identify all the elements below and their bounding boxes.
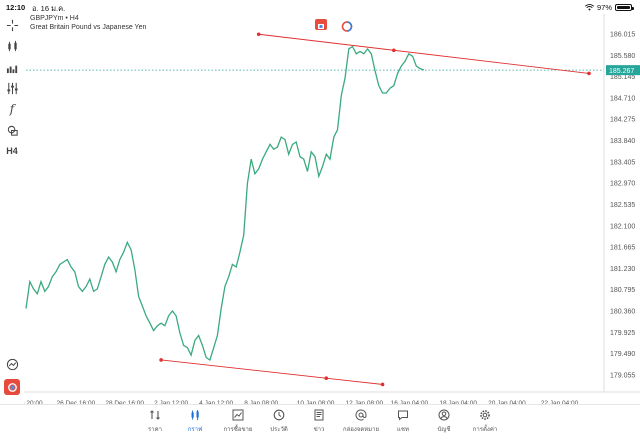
trendline-handle bbox=[159, 358, 163, 362]
price-tick-label: 180.360 bbox=[610, 308, 635, 315]
price-series-line bbox=[25, 45, 425, 362]
price-tick-label: 182.100 bbox=[610, 223, 635, 230]
indicators-icon[interactable] bbox=[4, 80, 20, 96]
price-tick-label: 179.055 bbox=[610, 372, 635, 379]
price-tick-label: 181.230 bbox=[610, 266, 635, 273]
chart-toolbar: f H4 bbox=[0, 14, 24, 404]
chart-type-icon[interactable] bbox=[4, 38, 20, 54]
price-tick-label: 185.145 bbox=[610, 74, 635, 81]
trendline-handle bbox=[324, 376, 329, 381]
news-icon bbox=[314, 409, 324, 421]
nav-label: ประวัติ bbox=[270, 427, 288, 433]
price-tick-label: 185.580 bbox=[610, 53, 635, 60]
battery-percent: 97% bbox=[596, 3, 612, 12]
nav-label: แชท bbox=[397, 427, 409, 433]
function-icon[interactable]: f bbox=[4, 101, 20, 117]
price-tick-label: 181.665 bbox=[610, 245, 635, 252]
nav-label: ข่าว bbox=[313, 427, 325, 433]
quick-trade-icon[interactable] bbox=[4, 379, 20, 395]
trendline-handle bbox=[256, 32, 261, 37]
trading-signal-icon[interactable] bbox=[4, 356, 20, 372]
price-tick-label: 182.535 bbox=[610, 202, 635, 209]
nav-label: กราฟ bbox=[187, 427, 203, 433]
trendline-handle bbox=[587, 71, 591, 76]
battery-icon bbox=[615, 4, 634, 11]
trendline bbox=[161, 359, 383, 385]
chat-icon bbox=[398, 410, 408, 421]
price-tick-label: 183.405 bbox=[610, 159, 635, 166]
trade-icon bbox=[232, 409, 244, 421]
nav-label: กล่องจดหมาย bbox=[342, 427, 380, 433]
nav-label: การตั้งค่า bbox=[472, 427, 498, 433]
price-tick-label: 180.795 bbox=[610, 287, 635, 294]
trendline-handle bbox=[380, 382, 385, 387]
quotes-icon bbox=[150, 410, 160, 420]
nav-label: การซื้อขาย bbox=[223, 427, 253, 433]
nav-item-settings[interactable]: การตั้งค่า bbox=[457, 409, 513, 434]
bottom-navigation: ราคา กราฟ การซื้อขาย ประวัติ ข่าว กล่องจ… bbox=[0, 404, 640, 447]
mailbox-icon bbox=[355, 409, 367, 421]
timeframe-button[interactable]: H4 bbox=[4, 143, 20, 159]
history-icon bbox=[273, 409, 285, 421]
trendline bbox=[258, 33, 590, 74]
price-chart[interactable]: 186.015 185.580 185.145 184.710 184.275 183.8… bbox=[24, 14, 640, 414]
chart-icon bbox=[191, 410, 199, 420]
objects-icon[interactable] bbox=[4, 122, 20, 138]
nav-label: บัญชี bbox=[437, 427, 451, 433]
volume-icon[interactable] bbox=[4, 59, 20, 75]
nav-label: ราคา bbox=[148, 427, 162, 433]
status-time: 12:10 bbox=[6, 3, 26, 12]
price-tick-label: 179.490 bbox=[610, 351, 635, 358]
price-tick-label: 183.840 bbox=[610, 138, 635, 145]
current-price-label: 185.267 bbox=[609, 68, 634, 75]
status-bar: 12:10 อ. 16 ม.ค. 97% bbox=[0, 0, 640, 14]
crosshair-icon[interactable] bbox=[4, 17, 20, 33]
price-tick-label: 184.275 bbox=[610, 117, 635, 124]
price-tick-label: 186.015 bbox=[610, 32, 635, 39]
chart-canvas[interactable]: 186.015 185.580 185.145 184.710 184.275 183.8… bbox=[24, 14, 640, 414]
settings-icon bbox=[480, 410, 490, 420]
price-tick-label: 182.970 bbox=[610, 181, 635, 188]
account-icon bbox=[438, 409, 450, 421]
wifi-icon bbox=[585, 4, 594, 11]
trendline-handle bbox=[392, 48, 396, 53]
status-right: 97% bbox=[585, 3, 634, 12]
price-tick-label: 184.710 bbox=[610, 95, 635, 102]
price-tick-label: 179.925 bbox=[610, 330, 635, 337]
